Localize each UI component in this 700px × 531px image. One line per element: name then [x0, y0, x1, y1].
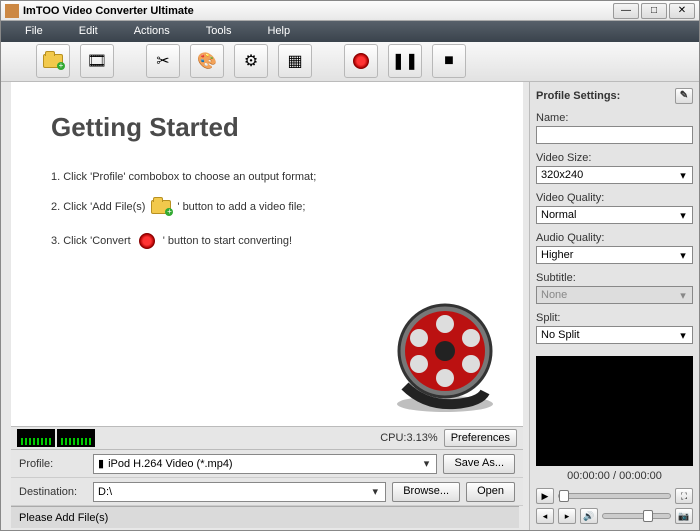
getting-started-heading: Getting Started — [51, 112, 493, 143]
destination-row: Destination: D:\ ▾ Browse... Open — [11, 478, 523, 506]
volume-icon[interactable]: 🔊 — [580, 508, 598, 524]
destination-combobox[interactable]: D:\ ▾ — [93, 482, 386, 502]
save-as-button[interactable]: Save As... — [443, 454, 515, 474]
menu-tools[interactable]: Tools — [188, 22, 250, 40]
profile-label: Profile: — [19, 458, 87, 470]
step-3: 3. Click 'Convert ' button to start conv… — [51, 231, 493, 251]
cpu-label: CPU:3.13% — [380, 432, 437, 444]
time-display: 00:00:00 / 00:00:00 — [536, 466, 693, 486]
app-window: ImTOO Video Converter Ultimate — □ ✕ Fil… — [0, 0, 700, 531]
audio-quality-label: Audio Quality: — [536, 232, 693, 244]
video-quality-label: Video Quality: — [536, 192, 693, 204]
subtitle-label: Subtitle: — [536, 272, 693, 284]
video-size-combobox[interactable]: 320x240▾ — [536, 166, 693, 184]
pause-button[interactable]: ❚❚ — [388, 44, 422, 78]
step-2: 2. Click 'Add File(s) + ' button to add … — [51, 197, 493, 217]
status-bar: Please Add File(s) — [11, 506, 519, 528]
record-icon — [353, 53, 369, 69]
destination-label: Destination: — [19, 486, 87, 498]
subtitle-combobox[interactable]: None▾ — [536, 286, 693, 304]
minimize-button[interactable]: — — [613, 3, 639, 19]
film-reel-image — [385, 296, 505, 416]
open-button[interactable]: Open — [466, 482, 515, 502]
clip-button[interactable]: ✂ — [146, 44, 180, 78]
menu-help[interactable]: Help — [249, 22, 308, 40]
audio-quality-combobox[interactable]: Higher▾ — [536, 246, 693, 264]
chevron-down-icon: ▾ — [676, 209, 690, 222]
add-folder-button[interactable]: 🎞 — [80, 44, 114, 78]
getting-started: Getting Started 1. Click 'Profile' combo… — [11, 82, 523, 426]
palette-icon: 🎨 — [197, 51, 217, 71]
maximize-button[interactable]: □ — [641, 3, 667, 19]
ipod-icon: ▮ — [98, 457, 104, 470]
seek-slider[interactable] — [558, 493, 671, 499]
chevron-down-icon: ▾ — [418, 457, 434, 470]
snapshot-button[interactable]: 📷 — [675, 508, 693, 524]
profile-row: Profile: ▮ iPod H.264 Video (*.mp4) ▾ Sa… — [11, 450, 523, 478]
cpu-bar: CPU:3.13% Preferences — [11, 426, 523, 450]
menu-actions[interactable]: Actions — [116, 22, 188, 40]
effects-button[interactable]: 🎨 — [190, 44, 224, 78]
settings-button[interactable]: ⚙ — [234, 44, 268, 78]
menu-file[interactable]: File — [7, 22, 61, 40]
preferences-button[interactable]: Preferences — [444, 429, 517, 447]
film-icon: 🎞 — [87, 51, 107, 71]
folder-plus-icon: + — [148, 197, 174, 217]
app-icon — [5, 4, 19, 18]
stop-button[interactable]: ■ — [432, 44, 466, 78]
app-title: ImTOO Video Converter Ultimate — [23, 5, 613, 17]
video-quality-combobox[interactable]: Normal▾ — [536, 206, 693, 224]
chevron-down-icon: ▾ — [676, 289, 690, 302]
play-button[interactable]: ▶ — [536, 488, 554, 504]
browse-button[interactable]: Browse... — [392, 482, 460, 502]
chevron-down-icon: ▾ — [676, 169, 690, 182]
video-size-label: Video Size: — [536, 152, 693, 164]
prev-frame-button[interactable]: ◂ — [536, 508, 554, 524]
add-file-button[interactable]: + — [36, 44, 70, 78]
name-input[interactable] — [536, 126, 693, 144]
profile-settings-heading: Profile Settings: — [536, 90, 620, 102]
menu-edit[interactable]: Edit — [61, 22, 116, 40]
menu-bar: File Edit Actions Tools Help — [1, 21, 699, 41]
next-frame-button[interactable]: ▸ — [558, 508, 576, 524]
folder-plus-icon: + — [43, 54, 63, 68]
content-area: Getting Started 1. Click 'Profile' combo… — [1, 82, 699, 530]
chevron-down-icon: ▾ — [367, 485, 383, 498]
toolbar: + 🎞 ✂ 🎨 ⚙ ▦ ❚❚ ■ — [1, 42, 699, 83]
cpu-graph-1 — [17, 429, 55, 447]
gear-icon: ⚙ — [244, 51, 258, 71]
chevron-down-icon: ▾ — [676, 249, 690, 262]
watermark-icon: ▦ — [287, 51, 302, 71]
status-text: Please Add File(s) — [19, 512, 108, 524]
cpu-graph-2 — [57, 429, 95, 447]
volume-row: ◂ ▸ 🔊 📷 — [536, 506, 693, 526]
profile-settings-panel: Profile Settings: ✎ Name: Video Size: 32… — [529, 82, 699, 530]
convert-button[interactable] — [344, 44, 378, 78]
fullscreen-button[interactable]: ⛶ — [675, 488, 693, 504]
step-1: 1. Click 'Profile' combobox to choose an… — [51, 171, 493, 183]
scissors-icon: ✂ — [156, 51, 169, 71]
stop-icon: ■ — [444, 52, 454, 70]
split-label: Split: — [536, 312, 693, 324]
title-bar: ImTOO Video Converter Ultimate — □ ✕ — [1, 1, 699, 21]
seek-row: ▶ ⛶ — [536, 486, 693, 506]
video-preview — [536, 356, 693, 466]
record-icon — [134, 231, 160, 251]
pause-icon: ❚❚ — [392, 51, 419, 71]
wizard-button[interactable]: ✎ — [675, 88, 693, 104]
name-label: Name: — [536, 112, 693, 124]
main-pane: Getting Started 1. Click 'Profile' combo… — [11, 82, 523, 506]
chevron-down-icon: ▾ — [676, 329, 690, 342]
split-combobox[interactable]: No Split▾ — [536, 326, 693, 344]
volume-slider[interactable] — [602, 513, 671, 519]
close-button[interactable]: ✕ — [669, 3, 695, 19]
watermark-button[interactable]: ▦ — [278, 44, 312, 78]
profile-combobox[interactable]: ▮ iPod H.264 Video (*.mp4) ▾ — [93, 454, 437, 474]
